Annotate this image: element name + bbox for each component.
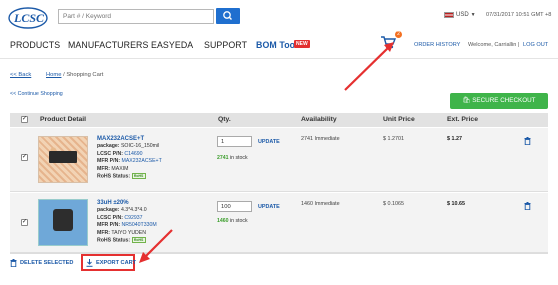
- currency-label: USD: [456, 12, 469, 18]
- nav-easyeda[interactable]: EASYEDA: [151, 40, 193, 50]
- product-name[interactable]: 33uH ±20%: [97, 200, 129, 206]
- unit-price: $ 1.2701: [383, 136, 404, 142]
- lcsc-pn-link[interactable]: C14690: [124, 151, 142, 157]
- row-checkbox[interactable]: ✓: [21, 154, 28, 161]
- delete-selected-label: DELETE SELECTED: [20, 260, 74, 266]
- nav-products[interactable]: PRODUCTS: [10, 40, 60, 50]
- breadcrumb-home[interactable]: Home: [46, 72, 61, 78]
- search-button[interactable]: [216, 8, 240, 24]
- breadcrumb: Home / Shopping Cart: [46, 72, 104, 78]
- table-row: [10, 128, 548, 192]
- col-ext-price: Ext. Price: [447, 116, 478, 123]
- product-image[interactable]: [38, 199, 88, 246]
- export-cart-button[interactable]: EXPORT CART: [86, 259, 136, 267]
- trash-icon: [10, 259, 17, 267]
- col-unit-price: Unit Price: [383, 116, 415, 123]
- nav-manufacturers[interactable]: MANUFACTURERS: [68, 40, 148, 50]
- quantity-input[interactable]: 100: [217, 201, 252, 212]
- mfr-pn-link[interactable]: NR5040T330M: [122, 222, 157, 228]
- trash-icon[interactable]: [524, 137, 531, 145]
- col-availability: Availability: [301, 116, 337, 123]
- row-checkbox[interactable]: ✓: [21, 219, 28, 226]
- stock-status: 2741 in stock: [217, 155, 248, 161]
- export-cart-label: EXPORT CART: [96, 260, 137, 266]
- download-icon: [86, 259, 93, 267]
- lcsc-logo[interactable]: LCSC: [8, 5, 48, 31]
- availability: 1460 Immediate: [301, 201, 340, 207]
- search-icon: [223, 11, 232, 20]
- continue-shopping-link[interactable]: << Continue Shopping: [10, 91, 63, 97]
- mfr-pn-link[interactable]: MAX232ACSE+T: [122, 158, 162, 164]
- product-meta: package: 4.3*4.3*4.0 LCSC P/N: C92937 MF…: [97, 207, 157, 244]
- quantity-input[interactable]: 1: [217, 136, 252, 147]
- svg-text:LCSC: LCSC: [13, 11, 45, 25]
- us-flag-icon: [444, 12, 454, 18]
- logout-link[interactable]: LOG OUT: [523, 42, 548, 48]
- col-qty: Qty.: [218, 116, 231, 123]
- col-product-detail: Product Detail: [40, 116, 87, 123]
- update-button[interactable]: UPDATE: [258, 204, 280, 210]
- welcome-text: Welcome, Carriallin: [468, 42, 517, 48]
- order-history-link[interactable]: ORDER HISTORY: [414, 42, 460, 48]
- product-meta: package: SOIC-16_150mil LCSC P/N: C14690…: [97, 143, 162, 180]
- currency-select[interactable]: USD ▼: [444, 12, 476, 18]
- product-name[interactable]: MAX232ACSE+T: [97, 136, 144, 142]
- cart-icon[interactable]: [380, 35, 396, 49]
- unit-price: $ 0.1065: [383, 201, 404, 207]
- availability: 2741 Immediate: [301, 136, 340, 142]
- update-button[interactable]: UPDATE: [258, 139, 280, 145]
- select-all-checkbox[interactable]: ✓: [21, 116, 28, 123]
- search-input[interactable]: Part # / Keyword: [58, 9, 214, 24]
- chevron-down-icon: ▼: [470, 12, 476, 18]
- secure-checkout-button[interactable]: 🛍 SECURE CHECKOUT: [450, 93, 548, 109]
- nav-bom-tool[interactable]: BOM Tool: [256, 40, 298, 50]
- rohs-icon: RoHS: [131, 237, 146, 244]
- nav-support[interactable]: SUPPORT: [204, 40, 247, 50]
- trash-icon[interactable]: [524, 202, 531, 210]
- stock-status: 1460 in stock: [217, 218, 248, 224]
- ext-price: $ 10.65: [447, 201, 465, 207]
- cart-count-badge: 2: [395, 31, 402, 38]
- delete-selected-button[interactable]: DELETE SELECTED: [10, 259, 73, 267]
- header-divider: [0, 58, 558, 59]
- back-link[interactable]: << Back: [10, 72, 31, 78]
- shopping-bag-icon: 🛍: [462, 97, 471, 104]
- table-row: [10, 193, 548, 253]
- server-datetime: 07/31/2017 10:51 GMT +8: [486, 12, 552, 18]
- new-badge: NEW: [294, 40, 310, 48]
- breadcrumb-current: Shopping Cart: [66, 72, 104, 78]
- product-image[interactable]: [38, 136, 88, 183]
- ext-price: $ 1.27: [447, 136, 462, 142]
- rohs-icon: RoHS: [131, 173, 146, 180]
- secure-checkout-label: SECURE CHECKOUT: [472, 97, 536, 104]
- lcsc-pn-link[interactable]: C92937: [124, 215, 142, 221]
